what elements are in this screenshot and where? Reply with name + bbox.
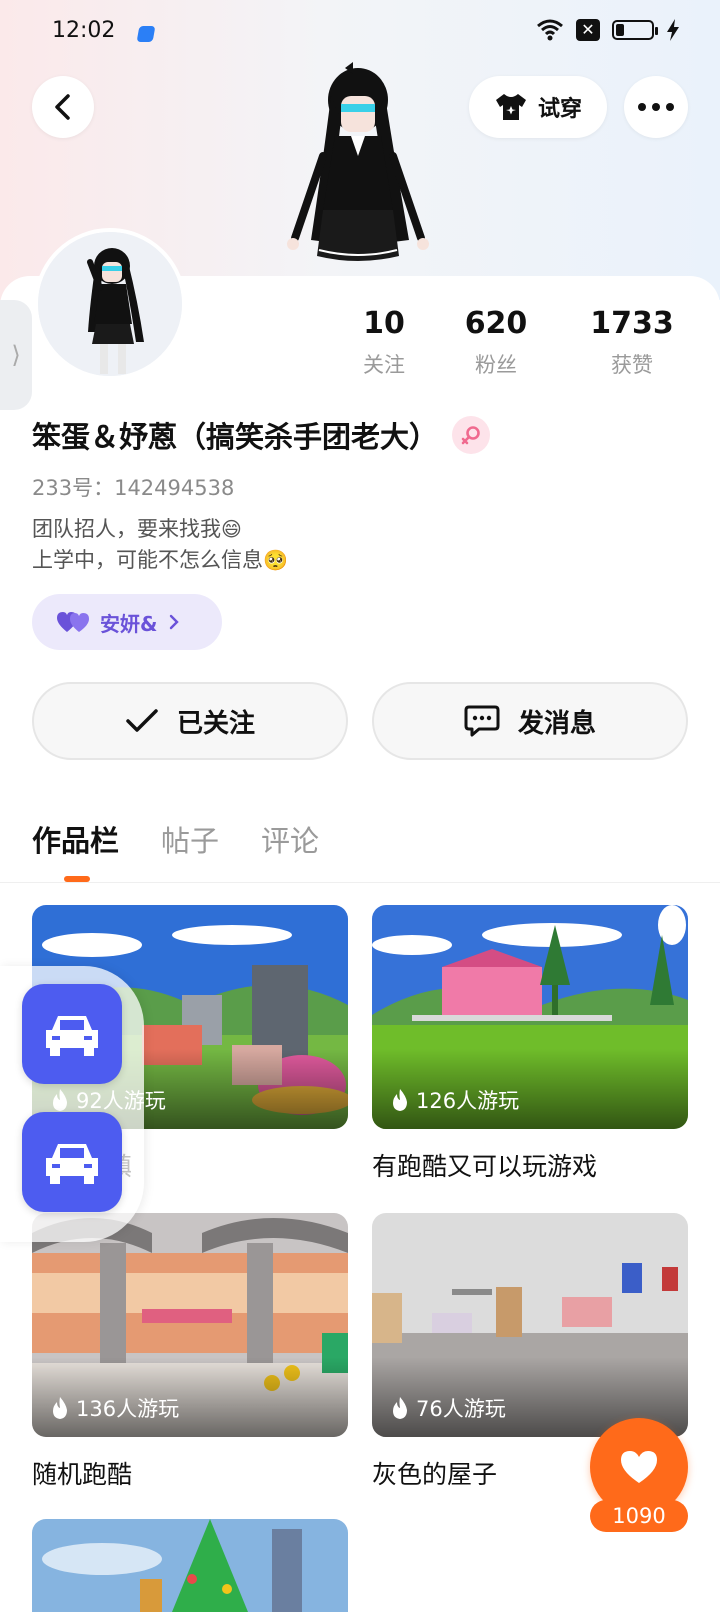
- app-notification-icon: [136, 26, 156, 42]
- tabs-divider: [0, 882, 720, 883]
- profile-tabs: 作品栏 帖子 评论: [32, 818, 319, 860]
- play-count: 126人游玩: [390, 1085, 519, 1115]
- profile-bio: 团队招人，要来找我😄 上学中，可能不怎么信息🥺: [32, 514, 288, 576]
- more-dot-icon: [638, 103, 646, 111]
- cp-tag-label: 安妍&: [100, 611, 158, 636]
- flame-icon: [53, 1397, 67, 1419]
- followed-label: 已关注: [176, 708, 255, 739]
- tab-works[interactable]: 作品栏: [32, 818, 119, 860]
- profile-name: 笨蛋＆妤蒽（搞笑杀手团老大）: [32, 420, 439, 454]
- try-on-label: 试穿: [537, 97, 582, 122]
- double-heart-icon: [57, 612, 89, 632]
- followers-count: 620: [464, 306, 528, 341]
- stat-followers[interactable]: 620 粉丝: [428, 306, 564, 379]
- play-count: 76人游玩: [390, 1393, 506, 1423]
- cp-relationship-tag[interactable]: 安妍&: [32, 594, 222, 650]
- no-sim-icon: ✕: [576, 19, 600, 41]
- game-title: 随机跑酷: [32, 1460, 133, 1489]
- play-count-text: 136人游玩: [76, 1397, 180, 1421]
- profile-stats: 10 关注 620 粉丝 1733 获赞: [340, 306, 700, 379]
- followed-button[interactable]: 已关注: [32, 682, 348, 760]
- profile-page: 12:02 ✕ 试穿 ⟩ 10 关注 620 粉丝 1733 获赞 笨蛋＆妤蒽（…: [0, 0, 720, 1612]
- tab-posts[interactable]: 帖子: [161, 818, 219, 860]
- bio-line-2: 上学中，可能不怎么信息: [32, 548, 263, 572]
- profile-name-row: 笨蛋＆妤蒽（搞笑杀手团老大）: [32, 414, 491, 456]
- tshirt-icon: [495, 94, 526, 120]
- pleading-emoji-icon: 🥺: [263, 548, 288, 572]
- chat-bubble-icon: [464, 705, 500, 737]
- game-title: 有跑酷又可以玩游戏: [372, 1152, 598, 1181]
- wifi-icon: [537, 19, 563, 41]
- send-message-label: 发消息: [517, 708, 596, 739]
- likes-received-count: 1733: [590, 306, 674, 341]
- game-thumbnail: 76人游玩: [372, 1213, 688, 1437]
- chevron-right-icon: [170, 614, 180, 630]
- game-thumbnail: [32, 1519, 348, 1612]
- bio-line-1: 团队招人，要来找我: [32, 517, 221, 541]
- charging-icon: [667, 19, 679, 41]
- like-count: 1090: [590, 1500, 688, 1532]
- tab-comments[interactable]: 评论: [261, 818, 319, 860]
- more-dot-icon: [666, 103, 674, 111]
- more-options-button[interactable]: [624, 76, 688, 138]
- female-gender-icon: [452, 416, 491, 454]
- flame-icon: [393, 1089, 407, 1111]
- car-mode-button[interactable]: [22, 1112, 122, 1212]
- avatar[interactable]: [34, 228, 186, 380]
- following-count: 10: [363, 306, 405, 341]
- try-on-button[interactable]: 试穿: [469, 76, 607, 138]
- battery-icon: [612, 20, 658, 40]
- more-dot-icon: [652, 103, 660, 111]
- followers-label: 粉丝: [475, 353, 517, 377]
- chevron-left-icon: [55, 94, 70, 120]
- stat-likes[interactable]: 1733 获赞: [564, 306, 700, 379]
- flame-icon: [393, 1397, 407, 1419]
- play-count-text: 76人游玩: [416, 1397, 506, 1421]
- car-icon: [46, 1016, 98, 1056]
- following-label: 关注: [363, 353, 405, 377]
- profile-actions: 已关注 发消息: [32, 682, 688, 760]
- stat-following[interactable]: 10 关注: [340, 306, 428, 379]
- car-icon: [46, 1144, 98, 1184]
- status-bar: 12:02 ✕: [0, 0, 720, 64]
- back-button[interactable]: [32, 76, 94, 138]
- play-count-text: 126人游玩: [416, 1089, 520, 1113]
- status-time: 12:02: [52, 18, 116, 43]
- game-card[interactable]: [32, 1519, 348, 1612]
- avatar-image: [38, 232, 182, 376]
- car-mode-button[interactable]: [22, 984, 122, 1084]
- game-thumbnail: 136人游玩: [32, 1213, 348, 1437]
- likes-received-label: 获赞: [611, 353, 653, 377]
- send-message-button[interactable]: 发消息: [372, 682, 688, 760]
- check-icon: [126, 709, 158, 732]
- play-count: 136人游玩: [50, 1393, 179, 1423]
- game-card[interactable]: 136人游玩 随机跑酷: [32, 1213, 348, 1491]
- game-thumbnail: 126人游玩: [372, 905, 688, 1129]
- avatar-character-figure: [287, 62, 429, 261]
- game-card[interactable]: 126人游玩 有跑酷又可以玩游戏: [372, 905, 688, 1183]
- grinning-emoji-icon: 😄: [221, 517, 242, 541]
- side-drawer-handle[interactable]: ⟩: [0, 300, 32, 410]
- chevron-right-icon: ⟩: [11, 341, 21, 369]
- heart-icon: [621, 1451, 657, 1483]
- user-id: 233号：142494538: [32, 476, 235, 500]
